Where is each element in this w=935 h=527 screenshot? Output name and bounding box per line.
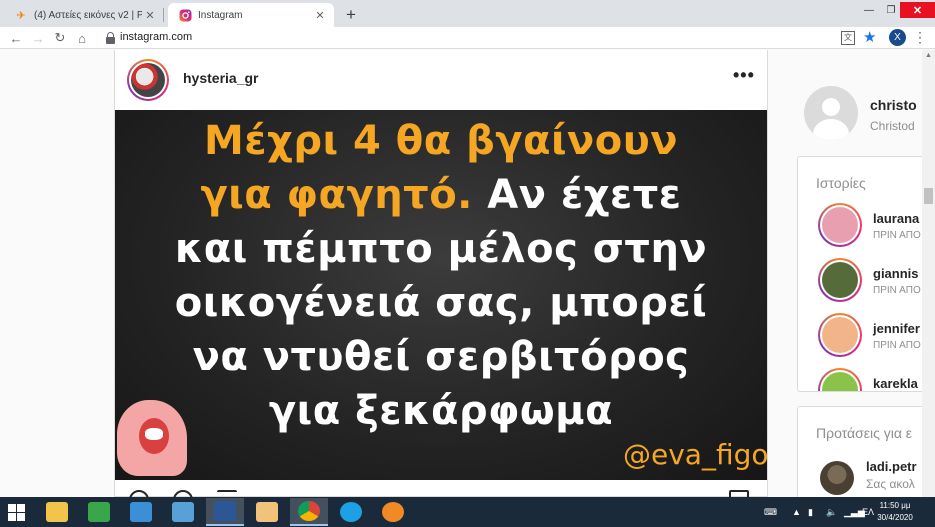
share-icon[interactable]	[217, 490, 237, 497]
volume-icon[interactable]: 🔈	[826, 497, 837, 527]
tab-label: (4) Αστείες εικόνες v2 | Page 121	[34, 9, 142, 21]
keyboard-icon[interactable]: ⌨	[764, 497, 777, 527]
more-options-icon[interactable]: •••	[733, 65, 755, 86]
bookmark-icon[interactable]	[729, 490, 749, 497]
post-image[interactable]: Μέχρι 4 θα βγαίνουν για φαγητό. Αν έχετε…	[115, 110, 767, 480]
instagram-page: hysteria_gr ••• Μέχρι 4 θα βγαίνουν για …	[0, 50, 935, 497]
internet-explorer-icon[interactable]	[332, 498, 370, 526]
stories-title: Ιστορίες	[816, 175, 866, 191]
tab-label: Instagram	[198, 9, 243, 21]
meme-text-line: για ξεκάρφωμα	[268, 388, 614, 434]
story-avatar[interactable]	[818, 313, 862, 357]
current-user-fullname: Christod	[870, 119, 915, 133]
meme-text-rest: Αν έχετε	[472, 172, 682, 218]
bookmark-star-icon[interactable]: ★	[863, 28, 876, 46]
profile-avatar[interactable]: X	[889, 29, 906, 46]
battery-icon[interactable]: ▮	[808, 497, 813, 527]
meme-signature: @eva_figo	[623, 438, 767, 471]
meme-text-line: για φαγητό. Αν έχετε	[115, 172, 767, 218]
clock-date: 30/4/2020	[877, 513, 913, 522]
story-time: ΠΡΙΝ ΑΠΟ	[873, 340, 921, 351]
story-item[interactable]: laurana ΠΡΙΝ ΑΠΟ	[798, 203, 926, 249]
home-icon[interactable]: ⌂	[73, 29, 91, 47]
meme-text-line: και πέμπτο μέλος στην	[174, 226, 708, 272]
windows-start-icon[interactable]	[8, 504, 25, 521]
address-bar: ← → ↻ ⌂ instagram.com 文 ★ X ⋮	[0, 27, 935, 49]
story-time: ΠΡΙΝ ΑΠΟ	[873, 285, 921, 296]
mail-icon[interactable]	[248, 498, 286, 526]
story-time: ΠΡΙΝ ΑΠΟ	[873, 230, 921, 241]
computer-icon[interactable]	[122, 498, 160, 526]
suggestion-username[interactable]: ladi.petr	[866, 459, 917, 474]
tab-asteies-eikones[interactable]: ✈ (4) Αστείες εικόνες v2 | Page 121 ✕	[4, 3, 164, 27]
story-item[interactable]: karekla	[798, 368, 926, 391]
scrollbar-thumb[interactable]	[924, 188, 933, 204]
translate-icon[interactable]: 文	[841, 31, 855, 45]
meme-text-highlight: για φαγητό.	[200, 172, 473, 218]
current-user-username[interactable]: christo	[870, 97, 917, 113]
close-window-icon[interactable]: ✕	[900, 2, 935, 18]
browser-tab-bar: ✈ (4) Αστείες εικόνες v2 | Page 121 ✕ In…	[0, 0, 935, 27]
close-tab-icon[interactable]: ✕	[312, 9, 328, 22]
story-username: laurana	[873, 211, 920, 226]
suggestions-panel: Προτάσεις για ε ladi.petr Σας ακολ	[797, 406, 927, 497]
stories-panel: Ιστορίες laurana ΠΡΙΝ ΑΠΟ giannis ΠΡΙΝ Α…	[797, 156, 927, 392]
story-username: giannis	[873, 266, 919, 281]
tab-instagram[interactable]: Instagram ✕	[168, 3, 334, 27]
clock[interactable]: 11:50 μμ 30/4/2020	[870, 500, 920, 524]
back-arrow-icon[interactable]: ←	[7, 29, 25, 47]
clock-time: 11:50 μμ	[879, 501, 911, 510]
file-explorer-icon[interactable]	[38, 498, 76, 526]
airplane-icon: ✈	[16, 9, 26, 22]
url-field[interactable]: instagram.com	[120, 31, 192, 43]
post-author-avatar[interactable]	[127, 59, 169, 101]
comment-icon[interactable]	[173, 490, 193, 497]
word-icon[interactable]	[206, 498, 244, 526]
page-scrollbar[interactable]: ▲	[922, 50, 935, 497]
new-tab-button[interactable]: +	[341, 5, 361, 25]
post-author-username[interactable]: hysteria_gr	[183, 70, 258, 86]
story-item[interactable]: jennifer ΠΡΙΝ ΑΠΟ	[798, 313, 926, 359]
windows-taskbar: ⌨ ▲ ▮ 🔈 ▁▃▅ ΕΛ 11:50 μμ 30/4/2020	[0, 497, 935, 527]
tray-expand-icon[interactable]: ▲	[792, 497, 801, 527]
story-avatar[interactable]	[818, 203, 862, 247]
suggestion-subtitle: Σας ακολ	[866, 477, 915, 491]
current-user-avatar[interactable]	[804, 86, 858, 140]
settings-wheel-icon[interactable]	[374, 498, 412, 526]
story-username: jennifer	[873, 321, 920, 336]
lock-icon[interactable]	[106, 32, 115, 44]
minimize-icon[interactable]: —	[860, 2, 878, 18]
chrome-icon[interactable]	[290, 498, 328, 526]
close-tab-icon[interactable]: ✕	[142, 9, 158, 22]
story-avatar[interactable]	[818, 258, 862, 302]
meme-text-line: οικογένειά σας, μπορεί	[174, 280, 708, 326]
store-icon[interactable]	[80, 498, 118, 526]
feed-post: hysteria_gr ••• Μέχρι 4 θα βγαίνουν για …	[114, 50, 768, 497]
meme-text-line: Μέχρι 4 θα βγαίνουν	[203, 118, 679, 164]
heart-icon[interactable]	[129, 490, 149, 497]
suggestions-title: Προτάσεις για ε	[816, 425, 913, 441]
screaming-face-sticker	[115, 390, 191, 480]
story-avatar[interactable]	[818, 368, 862, 391]
network-icon[interactable]	[164, 498, 202, 526]
forward-arrow-icon[interactable]: →	[29, 29, 47, 47]
scroll-up-icon[interactable]: ▲	[925, 52, 932, 59]
post-actions	[115, 482, 767, 497]
suggestion-avatar[interactable]	[820, 461, 854, 495]
instagram-icon	[178, 8, 192, 22]
meme-text-line: να ντυθεί σερβιτόρος	[192, 334, 690, 380]
kebab-menu-icon[interactable]: ⋮	[913, 29, 927, 46]
story-item[interactable]: giannis ΠΡΙΝ ΑΠΟ	[798, 258, 926, 304]
maximize-icon[interactable]: ❐	[882, 2, 900, 18]
reload-icon[interactable]: ↻	[51, 29, 69, 47]
post-header: hysteria_gr •••	[115, 50, 767, 110]
story-username: karekla	[873, 376, 918, 391]
